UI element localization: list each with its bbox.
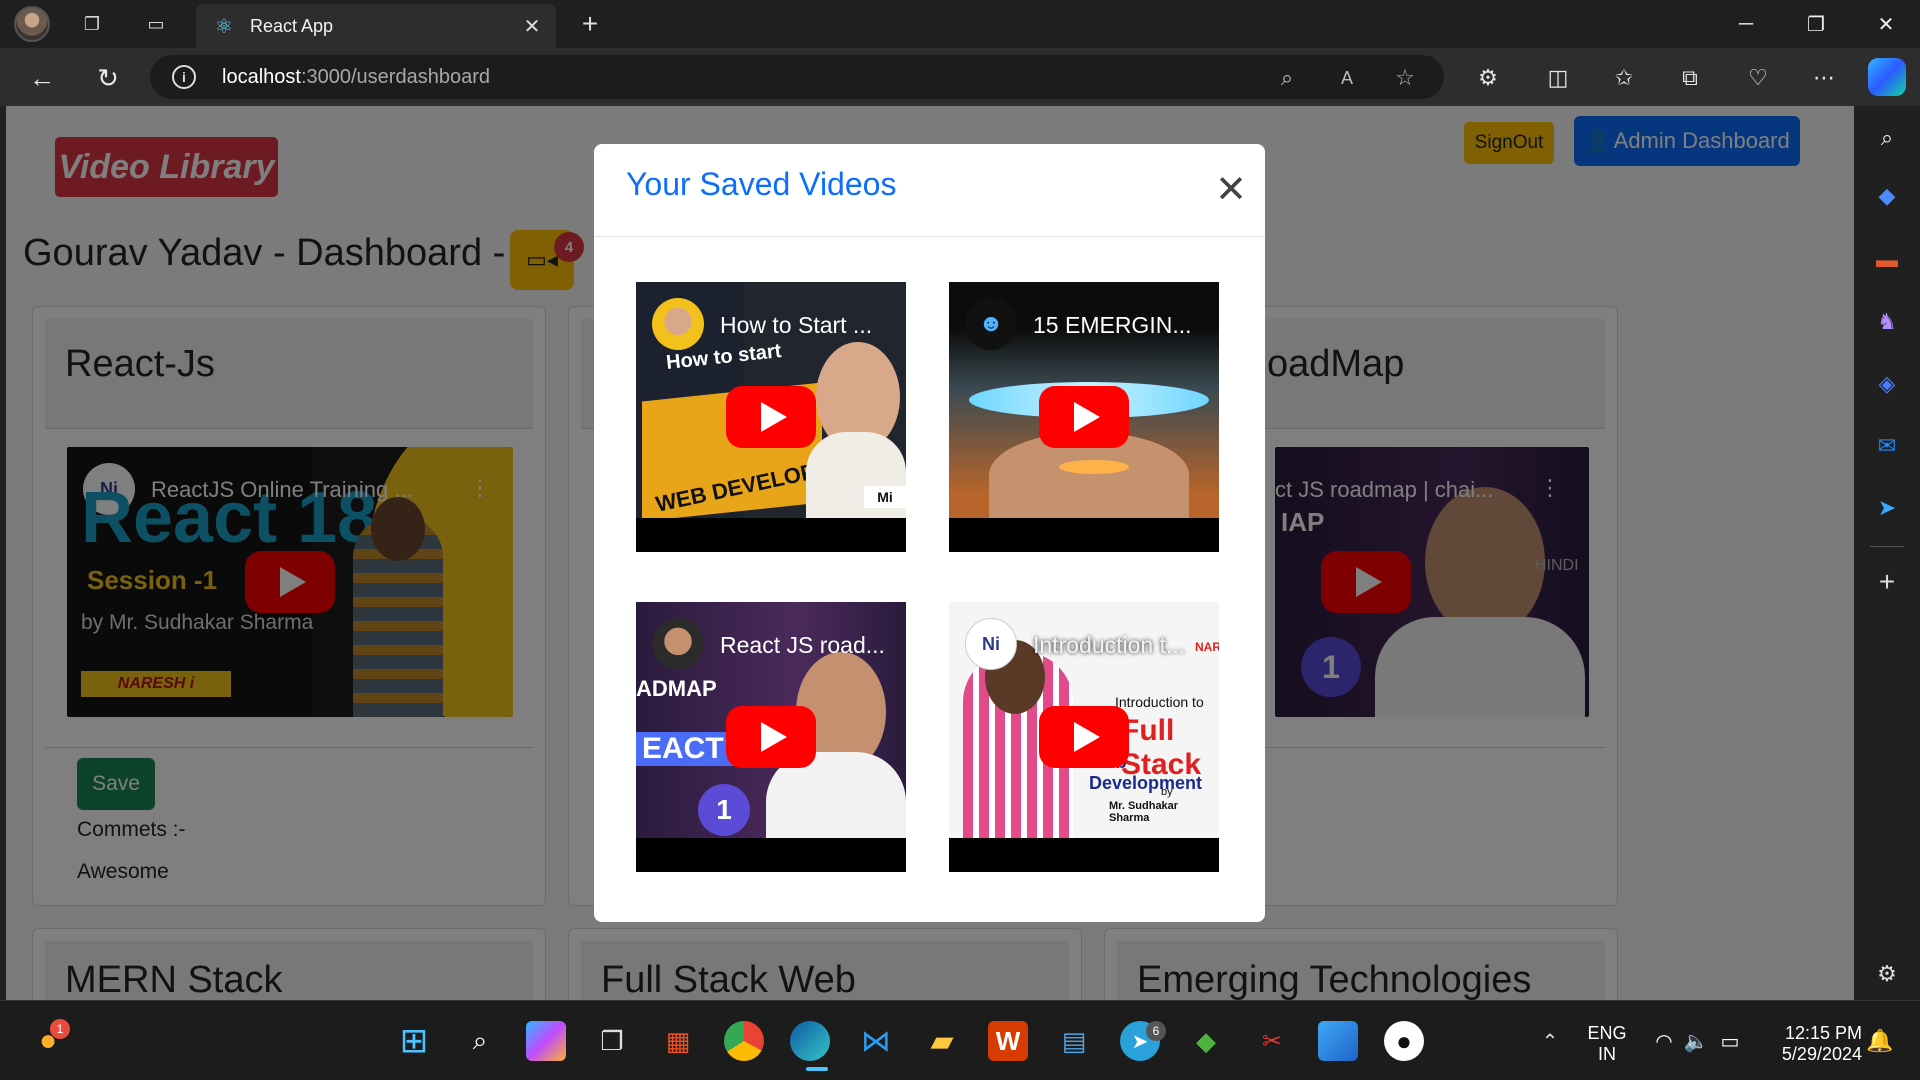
chevron-up-icon[interactable]: ⌃ [1530, 1021, 1570, 1061]
video-title: How to Start ... [720, 312, 873, 338]
thumb-number: 1 [698, 784, 750, 836]
page-content: Video Library SignOut 👤 Admin Dashboard … [6, 106, 1854, 1000]
video-title: Introduction t... [1033, 632, 1186, 658]
channel-avatar [652, 618, 704, 670]
copilot-pre-icon[interactable] [526, 1021, 566, 1061]
notifications-bell-icon[interactable]: 🔔 [1860, 1021, 1900, 1061]
back-arrow-icon[interactable]: ← [24, 60, 60, 96]
shopping-tag-icon[interactable]: ◆ [1871, 180, 1903, 212]
video-title: React JS road... [720, 632, 885, 658]
thumb-overlay-text: ADMAP [636, 676, 717, 701]
extensions-icon[interactable]: ⚙ [1470, 60, 1506, 96]
restore-button[interactable]: ❐ [1786, 6, 1846, 42]
language-label: ENG [1587, 1023, 1627, 1043]
tab-react-app[interactable]: ⚛ React App ✕ [196, 4, 556, 48]
address-bar[interactable]: i localhost:3000/userdashboard ⌕ A ☆ [150, 55, 1444, 99]
browser-toolbar: ← ↻ i localhost:3000/userdashboard ⌕ A ☆… [0, 48, 1920, 106]
edge-icon[interactable] [790, 1021, 830, 1061]
close-window-button[interactable]: ✕ [1856, 6, 1916, 42]
store-icon[interactable]: ▦ [658, 1021, 698, 1061]
close-icon[interactable]: ✕ [1214, 169, 1248, 211]
saved-video-2[interactable]: ☻ 15 EMERGIN... [949, 282, 1219, 552]
date-label: 5/29/2024 [1781, 1044, 1862, 1064]
active-app-indicator [806, 1067, 828, 1071]
modal-title: Your Saved Videos [626, 166, 897, 202]
youtube-play-icon[interactable] [726, 706, 816, 768]
battery-icon[interactable]: ▭ [1710, 1021, 1750, 1061]
file-explorer-icon[interactable]: ▰ [922, 1021, 962, 1061]
vertical-tabs-icon[interactable]: ▭ [140, 8, 172, 40]
thumb-brand: NAR [1195, 640, 1219, 654]
notepad-icon[interactable]: ▤ [1054, 1021, 1094, 1061]
minimize-button[interactable]: ─ [1716, 6, 1776, 42]
react-icon: ⚛ [215, 15, 233, 38]
more-menu-icon[interactable]: ⋯ [1806, 60, 1842, 96]
channel-avatar: ☻ [965, 298, 1017, 350]
time-label: 12:15 PM [1784, 1023, 1862, 1043]
video-title: 15 EMERGIN... [1033, 312, 1192, 338]
edge-sidebar: ⌕ ◆ ▬ ♞ ◈ ✉ ➤ + ⚙ [1854, 106, 1920, 1000]
vscode-icon[interactable]: ⋈ [856, 1021, 896, 1061]
collections-icon[interactable]: ⧉ [1672, 60, 1708, 96]
saved-video-1[interactable]: WEB DEVELOPER How to start Mi How to Sta… [636, 282, 906, 552]
youtube-play-icon[interactable] [1039, 386, 1129, 448]
profile-avatar[interactable] [14, 6, 50, 42]
mongodb-icon[interactable]: ◆ [1186, 1021, 1226, 1061]
tools-icon[interactable]: ▬ [1871, 244, 1903, 276]
favorites-icon[interactable]: ✩ [1606, 60, 1642, 96]
modal-header: Your Saved Videos ✕ [594, 144, 1265, 237]
settings-gear-icon[interactable]: ⚙ [1871, 958, 1903, 990]
snipping-tool-icon[interactable]: ✂ [1252, 1021, 1292, 1061]
thumb-glow [1059, 460, 1129, 474]
taskbar-search-icon[interactable]: ⌕ [460, 1021, 500, 1061]
browser-tab-bar: ❐ ▭ ⚛ React App ✕ + ─ ❐ ✕ [0, 0, 1920, 48]
github-icon[interactable]: ● [1384, 1021, 1424, 1061]
task-view-icon[interactable]: ❐ [592, 1021, 632, 1061]
outlook-icon[interactable]: ✉ [1871, 430, 1903, 462]
language-indicator[interactable]: ENG IN [1582, 1023, 1632, 1065]
tab-title: React App [250, 15, 334, 36]
url-text[interactable]: localhost:3000/userdashboard [222, 66, 490, 89]
games-icon[interactable]: ♞ [1871, 306, 1903, 338]
zoom-icon[interactable]: ⌕ [1272, 63, 1302, 93]
telegram-badge: 6 [1146, 1021, 1166, 1041]
saved-videos-modal: Your Saved Videos ✕ WEB DEVELOPER How to… [594, 144, 1265, 922]
chrome-icon[interactable] [724, 1021, 764, 1061]
thumb-by: by [1161, 786, 1173, 798]
copilot-sidebar-icon[interactable]: ◈ [1871, 368, 1903, 400]
close-tab-icon[interactable]: ✕ [520, 14, 544, 38]
add-icon[interactable]: + [1871, 566, 1903, 598]
channel-avatar: Ni [965, 618, 1017, 670]
browser-essentials-icon[interactable]: ♡ [1740, 60, 1776, 96]
channel-avatar [652, 298, 704, 350]
copilot-icon[interactable] [1868, 58, 1906, 96]
photos-icon[interactable] [1318, 1021, 1358, 1061]
split-screen-icon[interactable]: ◫ [1540, 60, 1576, 96]
send-icon[interactable]: ➤ [1871, 492, 1903, 524]
sidebar-divider [1870, 546, 1904, 547]
youtube-play-icon[interactable] [726, 386, 816, 448]
workspaces-icon[interactable]: ❐ [76, 8, 108, 40]
refresh-icon[interactable]: ↻ [90, 60, 126, 96]
wps-office-icon[interactable]: W [988, 1021, 1028, 1061]
thumb-overlay-text: Introduction to [1115, 694, 1204, 710]
clock[interactable]: 12:15 PM 5/29/2024 [1766, 1023, 1862, 1065]
saved-video-4[interactable]: Introduction to Full Stack Web Developme… [949, 602, 1219, 872]
region-label: IN [1598, 1044, 1616, 1064]
favorite-star-icon[interactable]: ☆ [1390, 63, 1420, 93]
read-aloud-icon[interactable]: A [1332, 63, 1362, 93]
search-icon[interactable]: ⌕ [1871, 122, 1903, 154]
saved-video-3[interactable]: ADMAP EACT JS 1 React JS road... [636, 602, 906, 872]
new-tab-button[interactable]: + [574, 8, 606, 40]
thumb-author: Mr. Sudhakar Sharma [1109, 800, 1179, 824]
notification-badge: 1 [50, 1019, 70, 1039]
site-info-icon[interactable]: i [172, 65, 196, 89]
windows-taskbar: ● 1 ⊞ ⌕ ❐ ▦ ⋈ ▰ W ▤ ➤ 6 ◆ ✂ ● ⌃ ENG IN ◠… [0, 1000, 1920, 1080]
start-windows-icon[interactable]: ⊞ [394, 1021, 434, 1061]
thumb-corner: Mi [864, 486, 906, 508]
youtube-play-icon[interactable] [1039, 706, 1129, 768]
